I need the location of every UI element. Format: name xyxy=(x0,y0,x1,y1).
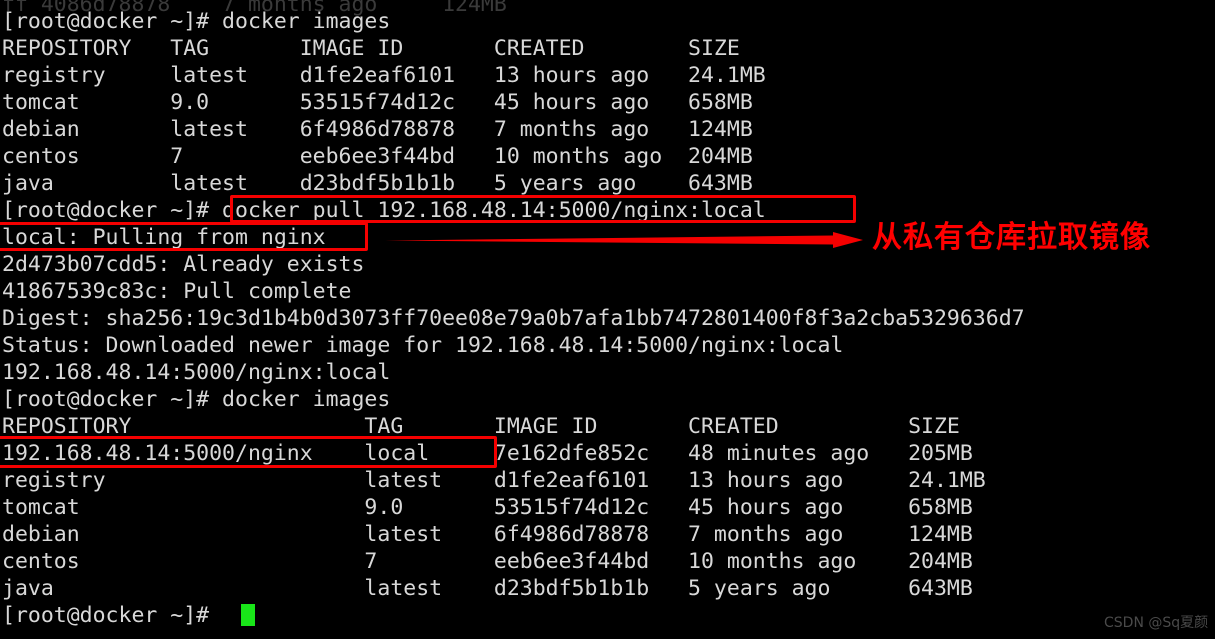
pull-output-layer-pull-complete: 41867539c83c: Pull complete xyxy=(2,279,352,304)
terminal-cursor xyxy=(241,604,255,626)
table2-row-java: java latest d23bdf5b1b1b 5 years ago 643… xyxy=(2,576,973,601)
watermark-csdn: CSDN @Sq夏颜 xyxy=(1104,615,1209,631)
annotation-box-pulling-from xyxy=(0,222,368,251)
annotation-arrow-icon xyxy=(385,232,863,248)
pull-output-image-ref: 192.168.48.14:5000/nginx:local xyxy=(2,360,391,385)
pull-output-status: Status: Downloaded newer image for 192.1… xyxy=(2,333,844,358)
pull-output-digest: Digest: sha256:19c3d1b4b0d3073ff70ee08e7… xyxy=(2,306,1025,331)
table1-header-row: REPOSITORY TAG IMAGE ID CREATED SIZE xyxy=(2,36,740,61)
terminal-line-prompt-images-1: [root@docker ~]# docker images xyxy=(2,9,391,34)
terminal-line-final-prompt: [root@docker ~]# xyxy=(2,603,210,628)
terminal-line-prompt-images-2: [root@docker ~]# docker images xyxy=(2,387,391,412)
table2-row-registry: registry latest d1fe2eaf6101 13 hours ag… xyxy=(2,468,986,493)
terminal-window[interactable]: ff 4086d78878 7 months ago 124MB [root@d… xyxy=(0,0,1215,639)
annotation-note-text: 从私有仓库拉取镜像 xyxy=(872,220,1151,255)
pull-output-layer-already-exists: 2d473b07cdd5: Already exists xyxy=(2,252,365,277)
table1-row-centos: centos 7 eeb6ee3f44bd 10 months ago 204M… xyxy=(2,144,753,169)
table1-row-debian: debian latest 6f4986d78878 7 months ago … xyxy=(2,117,753,142)
terminal-screen: ff 4086d78878 7 months ago 124MB [root@d… xyxy=(0,0,1215,639)
table1-row-registry: registry latest d1fe2eaf6101 13 hours ag… xyxy=(2,63,766,88)
table2-row-debian: debian latest 6f4986d78878 7 months ago … xyxy=(2,522,973,547)
table2-row-tomcat: tomcat 9.0 53515f74d12c 45 hours ago 658… xyxy=(2,495,973,520)
annotation-box-nginx-row xyxy=(0,436,497,468)
table1-row-java: java latest d23bdf5b1b1b 5 years ago 643… xyxy=(2,171,753,196)
table2-row-centos: centos 7 eeb6ee3f44bd 10 months ago 204M… xyxy=(2,549,973,574)
table1-row-tomcat: tomcat 9.0 53515f74d12c 45 hours ago 658… xyxy=(2,90,753,115)
annotation-box-pull-command xyxy=(230,195,856,223)
